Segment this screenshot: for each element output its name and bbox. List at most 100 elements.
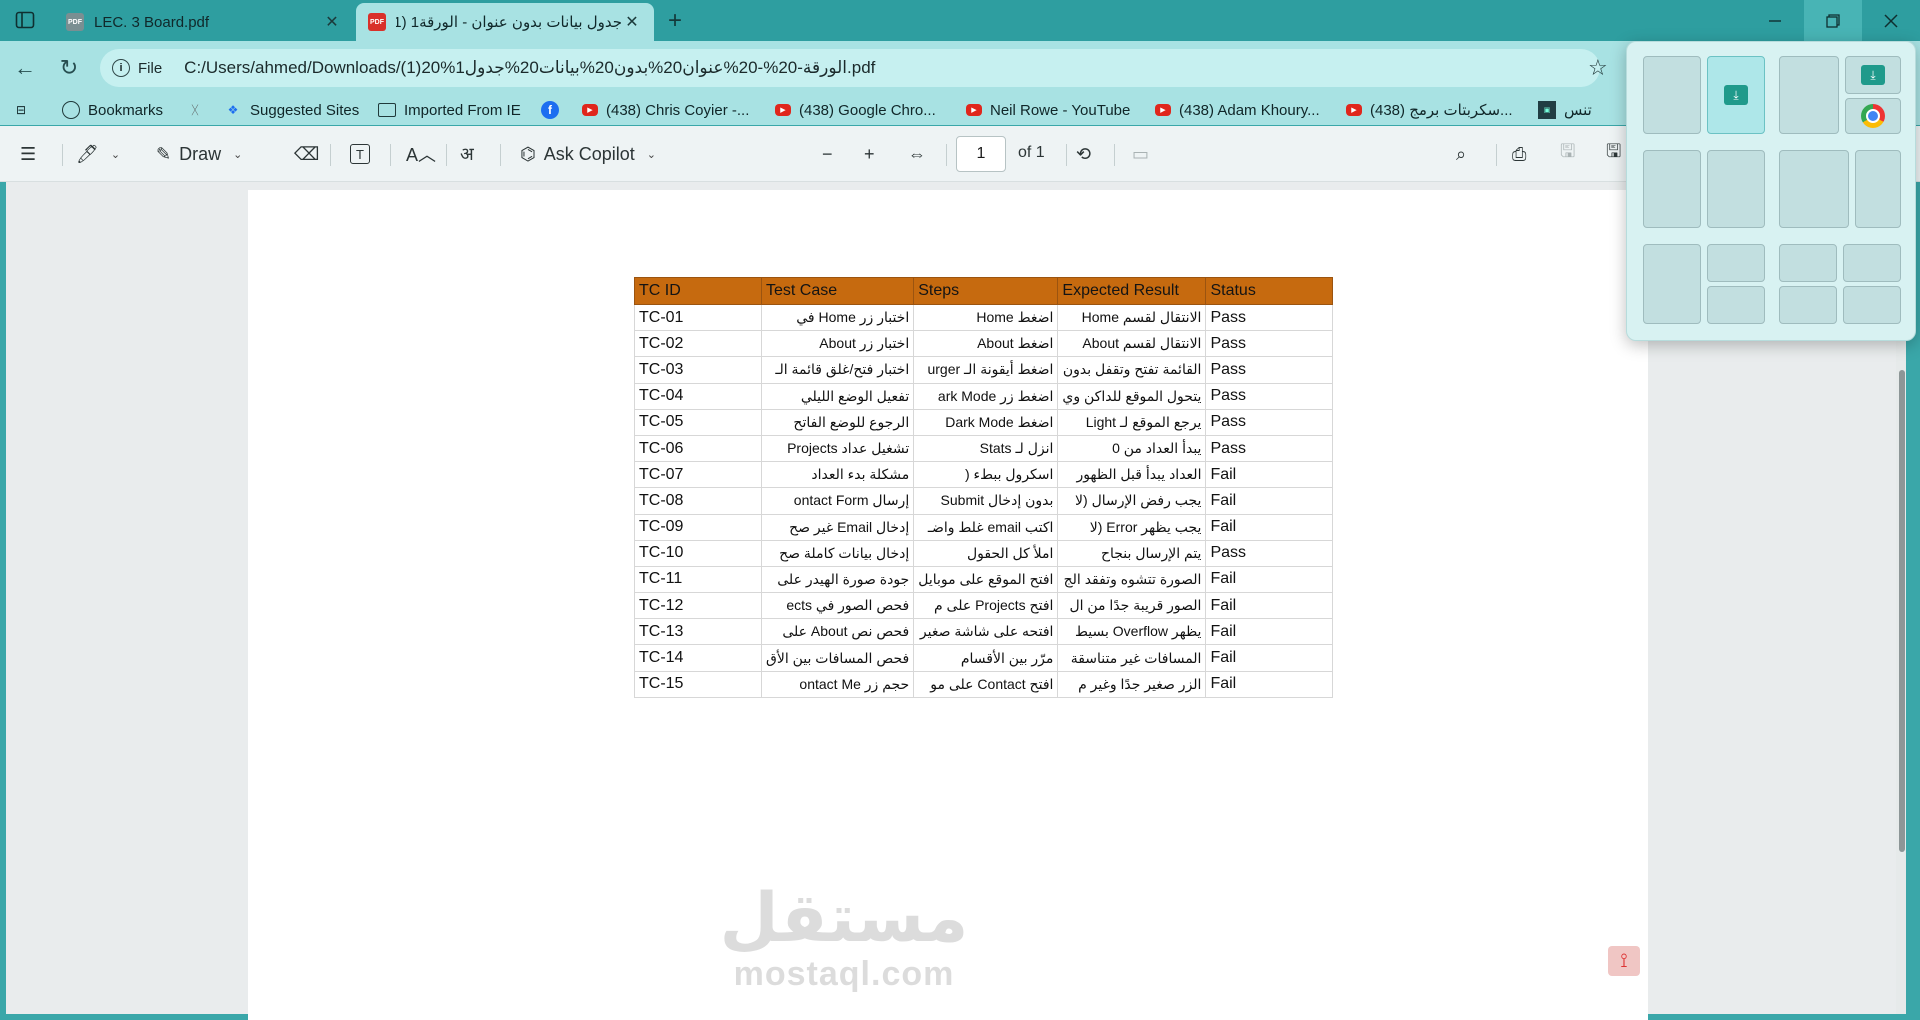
address-bar[interactable]: i File C:/Users/ahmed/Downloads/(1)20%1ا… (100, 49, 1600, 87)
zoom-in-button[interactable]: + (864, 140, 875, 168)
bookmarks-bar-toggle[interactable]: ⊟ (12, 99, 38, 121)
table-cell: مرّر بين الأقسام (913, 644, 1059, 672)
site-icon: ᚷ (191, 103, 199, 117)
bookmark-bookmarks[interactable]: Bookmarks (62, 99, 163, 121)
page-view-button[interactable]: ▭ (1132, 140, 1149, 168)
column-header: Status (1205, 277, 1334, 305)
bookmark-arabic-scripts[interactable]: ▶ (438) سكربتات برمج... (1346, 99, 1513, 121)
table-cell: يظهر Overflow بسيط (1057, 618, 1207, 646)
chevron-down-icon[interactable]: ⌄ (647, 148, 656, 161)
snap-zone-downloads[interactable]: ⤓ (1845, 56, 1901, 94)
snap-zone[interactable] (1707, 150, 1765, 228)
translate-button[interactable]: अ (460, 140, 474, 168)
table-cell: Fail (1205, 592, 1334, 620)
minimize-button[interactable] (1746, 0, 1804, 41)
snap-zone[interactable] (1707, 286, 1765, 324)
table-cell: Pass (1205, 382, 1334, 410)
table-cell: المسافات غير متناسقة (1057, 644, 1207, 672)
bookmark-facebook[interactable]: f (541, 99, 567, 121)
snap-zone[interactable] (1779, 56, 1839, 134)
contents-button[interactable]: ☰ (20, 140, 36, 168)
favorite-star-icon[interactable]: ☆ (1588, 55, 1608, 81)
bookmark-adam-khoury[interactable]: ▶ (438) Adam Khoury... (1155, 99, 1320, 121)
snap-zone[interactable] (1855, 150, 1901, 228)
snap-zone[interactable] (1707, 244, 1765, 282)
find-button[interactable]: ⌕ (1456, 140, 1466, 168)
snap-zone[interactable] (1779, 244, 1837, 282)
youtube-icon: ▶ (775, 104, 791, 116)
table-cell: TC-10 (634, 539, 762, 567)
table-cell: العداد يبدأ قبل الظهور (1057, 461, 1207, 489)
pdf-viewer[interactable]: TC ID Test Case Steps Expected Result St… (6, 182, 1906, 1020)
rotate-button[interactable]: ⟲ (1076, 140, 1091, 168)
tab-actions-button[interactable] (10, 8, 40, 32)
table-cell: TC-13 (634, 618, 762, 646)
bookmark-neil-rowe[interactable]: ▶ Neil Rowe - YouTube (966, 99, 1130, 121)
draw-button[interactable]: ✎ Draw ⌄ (156, 140, 242, 168)
bookmark-chris-coyier[interactable]: ▶ (438) Chris Coyier -... (582, 99, 749, 121)
close-window-button[interactable] (1862, 0, 1920, 41)
snap-zone-chrome[interactable] (1845, 98, 1901, 134)
bookmark-label: (438) Adam Khoury... (1179, 101, 1320, 119)
pdf-file-icon: PDF (66, 13, 84, 31)
restore-button[interactable] (1804, 0, 1862, 41)
back-button[interactable]: ← (10, 53, 40, 83)
save-button[interactable]: 🖫 (1560, 140, 1575, 168)
close-tab-icon[interactable]: ✕ (322, 12, 342, 32)
table-row: TC-13 فحص نص About على افتحه على شاشة صغير… (634, 618, 1334, 646)
new-tab-button[interactable]: + (662, 7, 688, 34)
toolbar-divider (330, 144, 331, 166)
print-button[interactable]: ⎙ (1512, 140, 1526, 168)
read-aloud-button[interactable]: A︿ (406, 140, 436, 168)
bookmark-google-chrome[interactable]: ▶ (438) Google Chro... (775, 99, 936, 121)
zoom-out-button[interactable]: − (822, 140, 833, 168)
table-cell: اكتب email غلط واضـ (913, 513, 1059, 541)
snap-zone[interactable] (1643, 150, 1701, 228)
tab-active-spreadsheet-pdf[interactable]: PDF جدول بيانات بدون عنوان - الورقة1 (1)… (356, 3, 654, 41)
erase-button[interactable]: ⌫ (294, 140, 319, 168)
snap-zone[interactable] (1779, 286, 1837, 324)
snap-zone-downloads[interactable]: ⤓ (1707, 56, 1765, 134)
snap-zone[interactable] (1779, 150, 1849, 228)
chevron-down-icon[interactable]: ⌄ (111, 148, 120, 161)
acrobat-icon[interactable]: ⟟ (1608, 946, 1640, 976)
bookmark-imported-from-ie[interactable]: Imported From IE (378, 99, 521, 121)
bookmark-site[interactable]: ᚷ (186, 99, 212, 121)
table-cell: TC-04 (634, 382, 762, 410)
table-cell: Pass (1205, 408, 1334, 436)
bookmark-tennis[interactable]: ▣ تنس (1538, 99, 1592, 121)
refresh-button[interactable]: ↻ (54, 53, 84, 83)
url-text[interactable]: C:/Users/ahmed/Downloads/(1)20%1الورقة-2… (184, 58, 875, 78)
chevron-down-icon[interactable]: ⌄ (233, 148, 242, 161)
tab-lec3-board[interactable]: PDF LEC. 3 Board.pdf ✕ (54, 3, 354, 41)
test-cases-table: TC ID Test Case Steps Expected Result St… (634, 277, 1334, 698)
text-box-icon: T (350, 144, 370, 164)
snap-zone[interactable] (1843, 286, 1901, 324)
table-cell: TC-03 (634, 356, 762, 384)
bookmark-label: Bookmarks (88, 101, 164, 119)
toolbar-divider (390, 144, 391, 166)
info-icon[interactable]: i (112, 59, 130, 77)
highlight-button[interactable]: 🖊 ⌄ (76, 140, 120, 168)
copilot-label: Ask Copilot (543, 143, 635, 164)
page-number-input[interactable]: 1 (956, 136, 1006, 172)
draw-label: Draw (179, 143, 222, 164)
mostaql-watermark: مستقل mostaql.com (694, 880, 994, 992)
snap-zone[interactable] (1643, 244, 1701, 324)
page-total-label: of 1 (1018, 144, 1045, 161)
table-cell: اسكرول ببطء ( (913, 461, 1059, 489)
ask-copilot-button[interactable]: ⌬ Ask Copilot ⌄ (520, 140, 656, 168)
scrollbar-thumb[interactable] (1899, 370, 1905, 852)
close-tab-icon[interactable]: ✕ (622, 12, 642, 32)
snap-zone[interactable] (1643, 56, 1701, 134)
table-row: TC-01 اختبار زر Home في اضغط Home الانتقال … (634, 303, 1334, 332)
fit-to-width-button[interactable]: ⇔ (908, 140, 926, 168)
save-as-button[interactable]: 🖫 (1606, 140, 1621, 168)
snap-layouts-flyout: ⤓ ⤓ (1626, 41, 1916, 341)
snap-zone[interactable] (1843, 244, 1901, 282)
table-row: TC-15 حجم زر ontact Me افتح Contact على مو… (634, 670, 1334, 698)
toolbar-divider (62, 144, 63, 166)
add-text-button[interactable]: T (350, 140, 370, 168)
table-row: TC-04 تفعيل الوضع الليلي اضغط زر ark Mode ي… (634, 382, 1334, 410)
bookmark-suggested-sites[interactable]: ❖ Suggested Sites (224, 99, 360, 121)
